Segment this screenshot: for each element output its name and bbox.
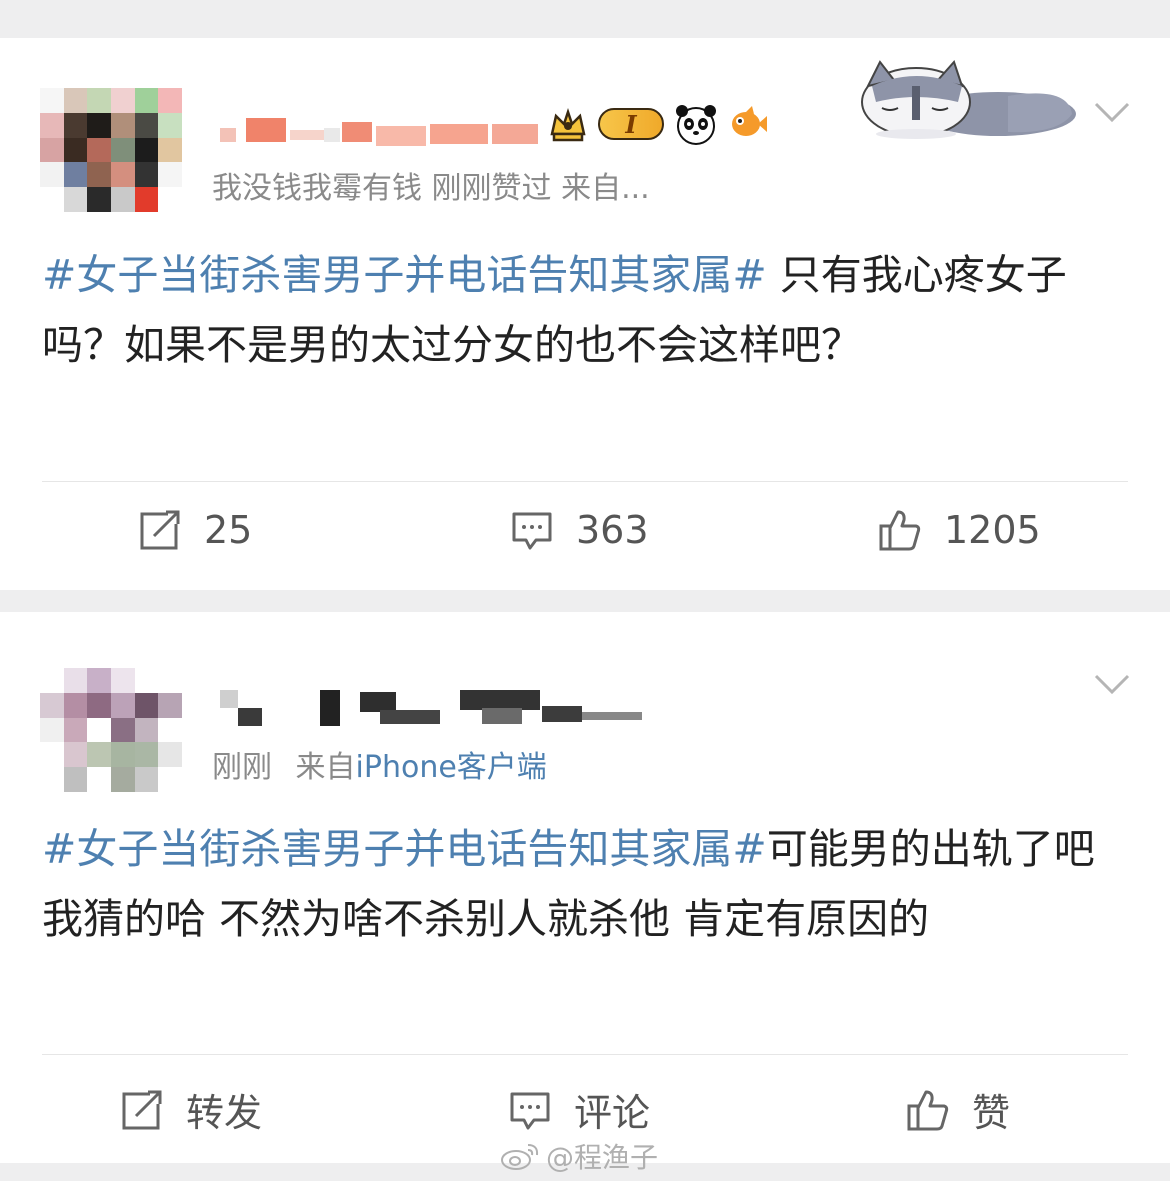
post-card: 刚刚 来自iPhone客户端 #女子当街杀害男子并电话告知其家属#可能男的出轨了… [0, 612, 1170, 1163]
post-client[interactable]: iPhone客户端 [356, 750, 547, 785]
sleeping-cat-icon [861, 60, 1076, 139]
divider [42, 1054, 1128, 1055]
watermark-text: @程渔子 [546, 1141, 659, 1174]
repost-icon [140, 510, 180, 550]
feed-separator [0, 590, 1170, 612]
post-card: I 我没钱我霉有钱 刚刚赞过 来自... #女子当街杀害男子并电话告知其家属# … [0, 38, 1170, 590]
repost-label: 转发 [186, 1091, 263, 1135]
post-time: 刚刚 [212, 750, 272, 785]
watermark: @程渔子 [500, 1136, 658, 1176]
like-label: 赞 [972, 1091, 1011, 1135]
post-source-prefix: 来自 [295, 750, 356, 785]
panda-icon [676, 105, 716, 145]
thumbs-up-icon [879, 510, 921, 551]
comment-button[interactable]: 评论 [508, 1082, 650, 1137]
repost-button[interactable]: 转发 [120, 1082, 262, 1137]
comment-icon [512, 512, 552, 550]
like-count: 1205 [944, 508, 1041, 552]
avatar[interactable] [40, 88, 182, 212]
hashtag-link[interactable]: #女子当街杀害男子并电话告知其家属# [42, 825, 767, 873]
like-button[interactable]: 赞 [906, 1082, 1010, 1137]
comment-count: 363 [576, 508, 649, 552]
weibo-logo-icon [501, 1144, 539, 1170]
chevron-down-icon[interactable] [1092, 100, 1132, 124]
post-meta: 刚刚 来自iPhone客户端 [212, 742, 547, 786]
comment-button[interactable]: 363 [510, 508, 649, 552]
thumbs-up-icon [907, 1090, 949, 1130]
divider [42, 481, 1128, 482]
crown-icon [550, 108, 586, 142]
repost-icon [122, 1090, 162, 1129]
user-badges: I [548, 102, 768, 146]
post-content: #女子当街杀害男子并电话告知其家属# 只有我心疼女子吗？如果不是男的太过分女的也… [42, 240, 1128, 380]
hashtag-link[interactable]: #女子当街杀害男子并电话告知其家属# [42, 251, 767, 299]
feed-separator [0, 0, 1170, 38]
comment-icon [510, 1092, 550, 1129]
repost-count: 25 [204, 508, 253, 552]
fish-icon [732, 106, 767, 136]
post-content: #女子当街杀害男子并电话告知其家属#可能男的出轨了吧 我猜的哈 不然为啥不杀别人… [42, 814, 1128, 954]
comment-label: 评论 [574, 1091, 651, 1135]
repost-button[interactable]: 25 [138, 508, 252, 552]
username-redacted[interactable] [220, 110, 540, 146]
level-badge: I [598, 108, 664, 140]
avatar[interactable] [40, 668, 182, 792]
like-button[interactable]: 1205 [878, 508, 1041, 552]
username-redacted[interactable] [220, 690, 680, 726]
post-meta: 我没钱我霉有钱 刚刚赞过 来自... [212, 171, 650, 206]
chevron-down-icon[interactable] [1092, 672, 1132, 696]
